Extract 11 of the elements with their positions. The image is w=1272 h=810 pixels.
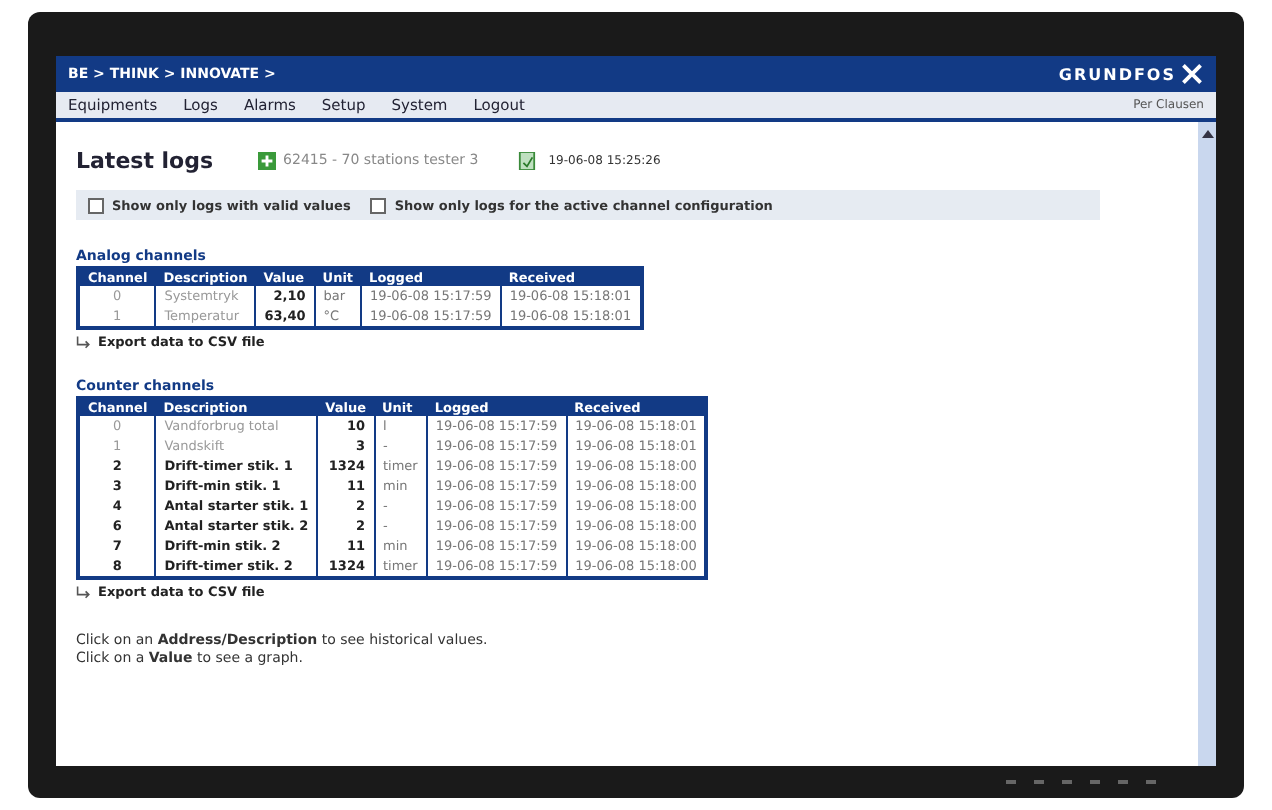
checkbox[interactable] [88, 197, 104, 213]
document-icon [518, 151, 537, 169]
plus-icon [257, 151, 276, 169]
arrow-icon [76, 335, 92, 349]
checkbox[interactable] [370, 197, 387, 213]
page-title: Latest logs [76, 147, 214, 173]
scroll-up-icon[interactable] [1201, 130, 1213, 138]
arrow-icon [76, 585, 92, 599]
logo-icon [1180, 62, 1204, 86]
logo-text: GRUNDFOS [1058, 65, 1176, 83]
scrollbar[interactable] [1198, 122, 1216, 766]
